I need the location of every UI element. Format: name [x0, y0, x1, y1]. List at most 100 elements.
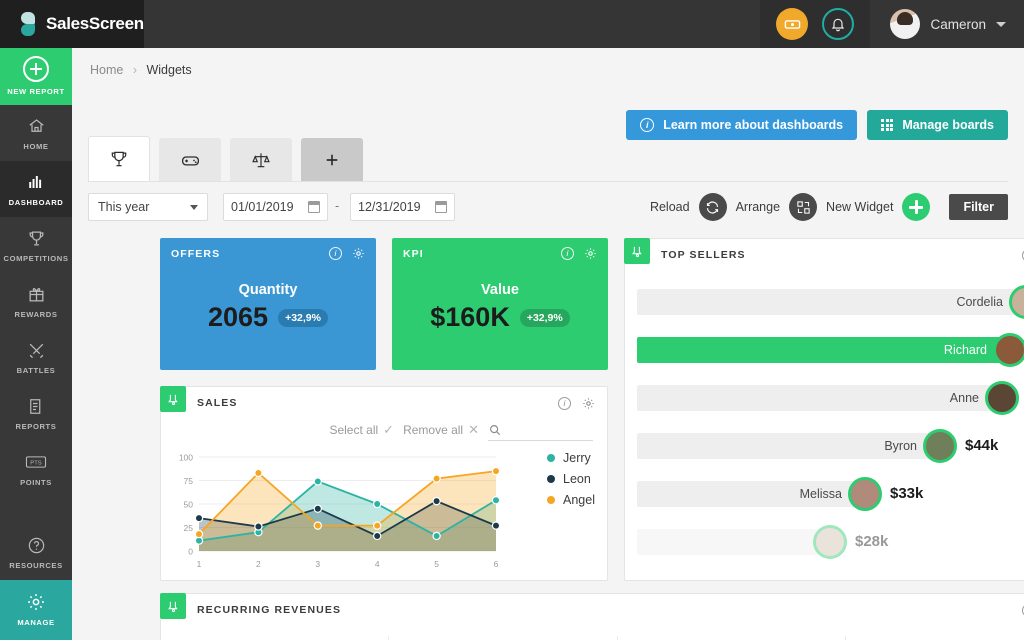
top-seller-row[interactable]: Byron$44k — [625, 423, 1024, 471]
period-select[interactable]: This year — [88, 193, 208, 221]
widget-icons: i — [558, 397, 607, 410]
recurring-column: Target Budget$1 221 989 — [846, 636, 1024, 640]
offers-value: 2065 — [208, 302, 268, 333]
reload-button[interactable] — [699, 193, 727, 221]
check-icon: ✓ — [383, 422, 394, 438]
calendar-icon — [308, 201, 320, 213]
recurring-column: Closed Sales317 — [161, 636, 389, 640]
user-menu[interactable]: Cameron — [870, 0, 1024, 48]
top-seller-row[interactable]: Cordelia$56k — [625, 279, 1024, 327]
sales-chart: 0255075100123456 Jerry Leon Angel — [171, 447, 599, 575]
remove-all-button[interactable]: Remove all ✕ — [403, 422, 479, 438]
widget-badge-icon — [624, 238, 650, 264]
sidebar-item-home[interactable]: HOME — [0, 105, 72, 161]
select-all-label: Select all — [329, 423, 378, 437]
gear-icon[interactable] — [582, 397, 595, 410]
date-from-value: 01/01/2019 — [231, 200, 294, 214]
date-to-input[interactable]: 12/31/2019 — [350, 193, 455, 221]
legend-label: Leon — [563, 472, 591, 486]
tab-competitions[interactable] — [88, 136, 150, 182]
breadcrumb-home[interactable]: Home — [90, 63, 123, 77]
top-sellers-header: TOP SELLERS i — [625, 239, 1024, 271]
new-widget-button[interactable] — [902, 193, 930, 221]
brand-name: SalesScreen — [46, 14, 144, 34]
tab-add[interactable] — [301, 138, 363, 182]
learn-more-button[interactable]: i Learn more about dashboards — [626, 110, 857, 140]
question-circle-icon — [2, 535, 70, 555]
sidebar-item-resources[interactable]: RESOURCES — [0, 524, 72, 580]
sales-widget-title: SALES — [197, 397, 238, 409]
kpi-card-title: KPI — [403, 248, 424, 260]
card-icons: i — [329, 247, 365, 260]
bar-chart-icon — [2, 172, 70, 192]
svg-text:50: 50 — [184, 500, 194, 510]
sidebar-item-points[interactable]: PTS POINTS — [0, 441, 72, 497]
kpi-card-body: Value $160K +32,9% — [392, 282, 608, 333]
date-separator: - — [335, 199, 339, 213]
trophy-icon — [2, 228, 70, 248]
top-seller-bar: Melissa — [637, 481, 868, 507]
sidebar-item-rewards[interactable]: REWARDS — [0, 273, 72, 329]
gear-icon[interactable] — [584, 247, 597, 260]
filter-button[interactable]: Filter — [949, 194, 1008, 220]
select-all-button[interactable]: Select all ✓ — [329, 422, 394, 438]
sidebar-item-label: HOME — [2, 142, 70, 151]
sidebar-item-battles[interactable]: BATTLES — [0, 329, 72, 385]
top-seller-name: Cordelia — [956, 295, 1003, 309]
manage-boards-button[interactable]: Manage boards — [867, 110, 1008, 140]
sidebar-item-competitions[interactable]: COMPETITIONS — [0, 217, 72, 273]
sidebar-item-new-report[interactable]: NEW REPORT — [0, 48, 72, 105]
info-icon[interactable]: i — [329, 247, 342, 260]
offers-card-header: OFFERS i — [160, 238, 376, 260]
legend-dot — [547, 454, 555, 462]
topbar-actions — [760, 0, 870, 48]
search-input[interactable] — [488, 419, 593, 441]
date-from-input[interactable]: 01/01/2019 — [223, 193, 328, 221]
legend-label: Angel — [563, 493, 595, 507]
ticket-icon[interactable] — [776, 8, 808, 40]
sidebar: NEW REPORT HOME DASHBOARD COMPETITIONS R — [0, 48, 72, 640]
bell-icon[interactable] — [822, 8, 854, 40]
info-icon: i — [640, 118, 654, 132]
sidebar-spacer — [0, 497, 72, 524]
sidebar-item-label: REPORTS — [2, 422, 70, 431]
top-seller-name: Anne — [950, 391, 979, 405]
avatar — [890, 9, 920, 39]
widget-badge-icon — [160, 593, 186, 619]
top-seller-row[interactable]: $28k — [625, 519, 1024, 567]
arrange-button[interactable] — [789, 193, 817, 221]
legend-item[interactable]: Leon — [547, 472, 595, 486]
kpi-card[interactable]: KPI i Value $160K +32,9% — [392, 238, 608, 370]
info-icon[interactable]: i — [558, 397, 571, 410]
gear-icon[interactable] — [352, 247, 365, 260]
kpi-value: $160K — [430, 302, 510, 333]
sidebar-item-label: MANAGE — [0, 618, 72, 627]
dashboard-tabs — [88, 136, 363, 182]
grid-icon — [881, 119, 893, 131]
info-icon[interactable]: i — [561, 247, 574, 260]
top-seller-row[interactable]: Anne$53k — [625, 375, 1024, 423]
avatar — [923, 429, 957, 463]
svg-text:6: 6 — [494, 559, 499, 569]
tab-games[interactable] — [159, 138, 221, 182]
manage-boards-label: Manage boards — [902, 118, 994, 132]
recurring-columns: Closed Sales317Total sold$696 285Budget … — [161, 636, 1024, 640]
sidebar-item-label: NEW REPORT — [0, 87, 72, 96]
svg-text:0: 0 — [188, 547, 193, 557]
legend-item[interactable]: Jerry — [547, 451, 595, 465]
sidebar-item-reports[interactable]: REPORTS — [0, 385, 72, 441]
tab-battles[interactable] — [230, 138, 292, 182]
trophy-icon — [109, 149, 129, 169]
svg-text:100: 100 — [179, 453, 193, 463]
breadcrumb: Home › Widgets — [72, 48, 1024, 77]
sidebar-item-dashboard[interactable]: DASHBOARD — [0, 161, 72, 217]
sidebar-item-manage[interactable]: MANAGE — [0, 580, 72, 640]
offers-card-title: OFFERS — [171, 248, 220, 260]
top-seller-row[interactable]: Richard$54k — [625, 327, 1024, 375]
top-seller-row[interactable]: Melissa$33k — [625, 471, 1024, 519]
legend-item[interactable]: Angel — [547, 493, 595, 507]
offers-card[interactable]: OFFERS i Quantity 2065 +32,9% — [160, 238, 376, 370]
close-icon: ✕ — [468, 422, 479, 438]
brand-logo[interactable]: SalesScreen — [0, 0, 144, 48]
main-content: Home › Widgets i Learn more about dashbo… — [72, 48, 1024, 640]
